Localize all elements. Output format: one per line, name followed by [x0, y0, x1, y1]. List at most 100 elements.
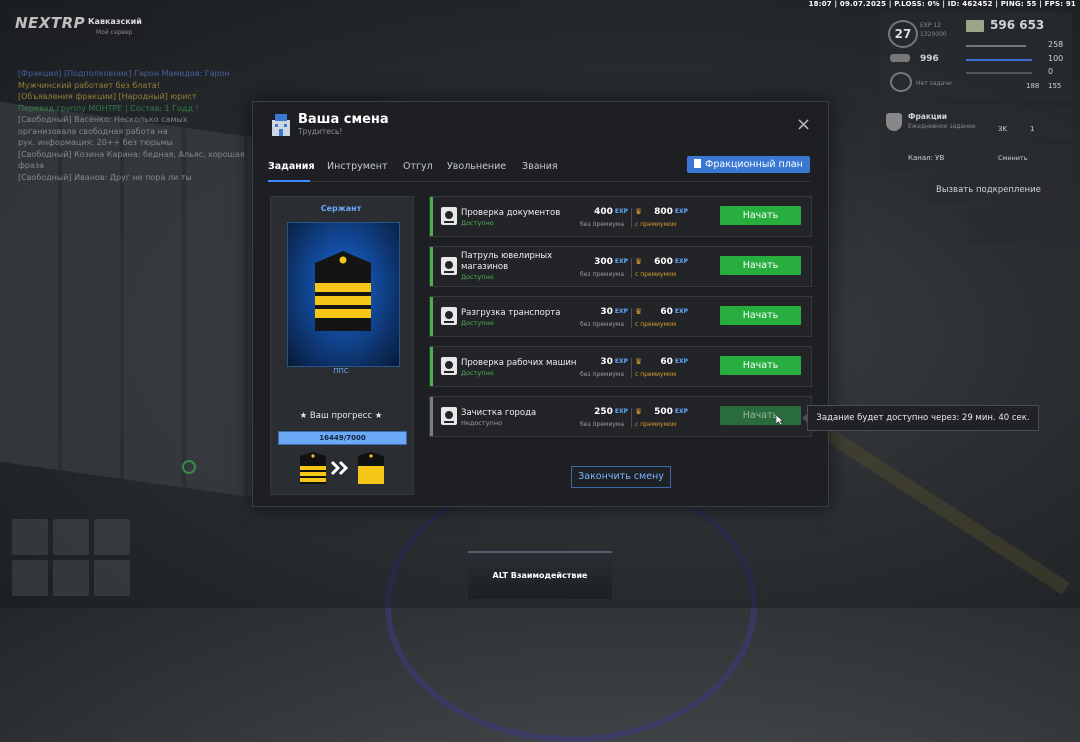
- health-bar: [966, 45, 1026, 47]
- tab-ranks[interactable]: Звания: [522, 161, 558, 172]
- exp-tag: EXP: [674, 258, 688, 265]
- hotbar-slot[interactable]: [94, 560, 130, 596]
- server-subtitle: Мой сервер: [96, 29, 133, 36]
- exp-tag: EXP: [614, 408, 628, 415]
- faction-reward-cash: 3K: [998, 125, 1008, 133]
- channel-label: Канал: УВ: [908, 154, 945, 162]
- premium-label: с премиумом: [635, 221, 677, 228]
- progress-text: 16449/7000: [319, 434, 366, 442]
- task-name: Патруль ювелирных магазинов: [461, 251, 553, 272]
- reward-separator: [631, 358, 632, 378]
- crown-icon: ♛: [635, 357, 643, 366]
- badge-icon: [886, 113, 902, 131]
- exp-tag: EXP: [674, 308, 688, 315]
- start-task-button[interactable]: Начать: [720, 256, 801, 275]
- task-row: Патруль ювелирных магазинов Доступно 300…: [429, 246, 812, 287]
- chat-line: [Объявления фракции] [Народный] юрист: [18, 92, 197, 101]
- stat-bar: [966, 72, 1032, 74]
- stat-value-food: 188: [1026, 82, 1040, 90]
- car-icon: [441, 357, 457, 375]
- no-premium-label: без премиума: [580, 321, 625, 328]
- task-accent: [430, 347, 433, 386]
- tab-resignation[interactable]: Увольнение: [447, 161, 506, 172]
- chat-line: [Свободный] Васенко: Несколько самых: [18, 115, 188, 124]
- bank-value: 996: [920, 54, 939, 64]
- task-status: Доступно: [461, 219, 494, 227]
- health-value: 258: [1048, 40, 1064, 49]
- hotbar-slot[interactable]: [12, 560, 48, 596]
- availability-tooltip: Задание будет доступно через: 29 мин. 40…: [802, 405, 1039, 431]
- faction-plan-button[interactable]: Фракционный план: [687, 156, 810, 173]
- call-backup-button[interactable]: Вызвать подкрепление: [936, 185, 1041, 195]
- hotbar-slot[interactable]: [53, 560, 89, 596]
- chat-line: [Свободный] Козина Карина: бедная, Альяс…: [18, 149, 245, 159]
- close-icon[interactable]: ×: [796, 116, 811, 134]
- premium-label: с премиумом: [635, 421, 677, 428]
- exp-reward: 250 EXP: [580, 407, 628, 417]
- exp-reward: 30 EXP: [580, 307, 628, 317]
- server-name: Кавказский: [88, 17, 142, 26]
- task-accent: [430, 247, 433, 286]
- task-status: Доступно: [461, 273, 494, 281]
- exp-label: EXP 12: [920, 22, 942, 29]
- rank-name: Сержант: [320, 204, 362, 213]
- reward-separator: [631, 408, 632, 428]
- modal-subtitle: Трудитесь!: [298, 127, 343, 136]
- status-bar: 18:07 | 09.07.2025 | P.LOSS: 0% | ID: 46…: [808, 0, 1076, 8]
- chat-line: [Свободный] Иванов: Друг не пора ли ты: [18, 172, 192, 182]
- start-task-button[interactable]: Начать: [720, 206, 801, 225]
- exp-premium-value: 800: [654, 207, 673, 217]
- task-status: Доступно: [461, 319, 494, 327]
- start-task-button[interactable]: Начать: [720, 306, 801, 325]
- exp-reward: 400 EXP: [580, 207, 628, 217]
- task-name: Зачистка города: [461, 408, 537, 418]
- task-name: Проверка документов: [461, 208, 561, 218]
- task-status: Доступно: [461, 369, 494, 377]
- exp-tag: EXP: [614, 258, 628, 265]
- end-shift-button[interactable]: Закончить смену: [571, 466, 671, 488]
- exp-tag: EXP: [614, 208, 628, 215]
- chat-line: Мужчинский работает без блата!: [18, 80, 161, 90]
- start-task-button[interactable]: Начать: [720, 356, 801, 375]
- start-task-button[interactable]: Начать: [720, 406, 801, 425]
- hotbar-slot[interactable]: [53, 519, 89, 555]
- car-icon: [890, 54, 910, 62]
- notification-bell-icon[interactable]: [1035, 208, 1070, 243]
- tab-tools[interactable]: Инструмент: [327, 161, 387, 172]
- task-name: Проверка рабочих машин: [461, 358, 577, 368]
- faction-title: Фракции: [908, 112, 948, 121]
- world-marker-icon: [182, 460, 196, 474]
- exp-premium-reward: 60 EXP: [648, 357, 688, 367]
- faction-reward-exp: 1: [1030, 125, 1035, 133]
- channel-change-button[interactable]: Сменить: [998, 154, 1028, 162]
- no-premium-label: без премиума: [580, 371, 625, 378]
- calendar-button[interactable]: [969, 208, 1029, 243]
- crown-icon: ♛: [635, 207, 643, 216]
- crown-icon: ♛: [635, 257, 643, 266]
- task-row: Проверка рабочих машин Доступно 30 EXP бе…: [429, 346, 812, 387]
- task-accent: [430, 397, 433, 436]
- exp-value: 250: [594, 407, 613, 417]
- hotbar-slot[interactable]: [12, 519, 48, 555]
- no-premium-label: без премиума: [580, 221, 625, 228]
- cash-icon: [966, 20, 984, 32]
- level-badge: 27: [888, 20, 918, 48]
- building-icon: [272, 114, 290, 136]
- exp-value: 30: [600, 357, 613, 367]
- exp-value: 30: [600, 307, 613, 317]
- cursor-icon: [776, 415, 784, 425]
- task-accent: [430, 197, 433, 236]
- modal-title: Ваша смена: [298, 112, 389, 127]
- tab-day-off[interactable]: Отгул: [403, 161, 433, 172]
- reward-separator: [631, 308, 632, 328]
- faction-plan-label: Фракционный план: [705, 159, 803, 170]
- progress-label: ★ Ваш прогресс ★: [299, 411, 383, 421]
- crown-icon: ♛: [635, 407, 643, 416]
- task-status: Недоступно: [461, 419, 503, 427]
- shoulder-strap-icon: [315, 251, 371, 331]
- hotbar-slot[interactable]: [94, 519, 130, 555]
- chat-log: [Фракция] [Подполковник] Гарон Мамедов: …: [18, 68, 278, 183]
- tab-tasks[interactable]: Задания: [268, 161, 315, 172]
- exp-premium-value: 60: [660, 357, 673, 367]
- exp-premium-reward: 60 EXP: [648, 307, 688, 317]
